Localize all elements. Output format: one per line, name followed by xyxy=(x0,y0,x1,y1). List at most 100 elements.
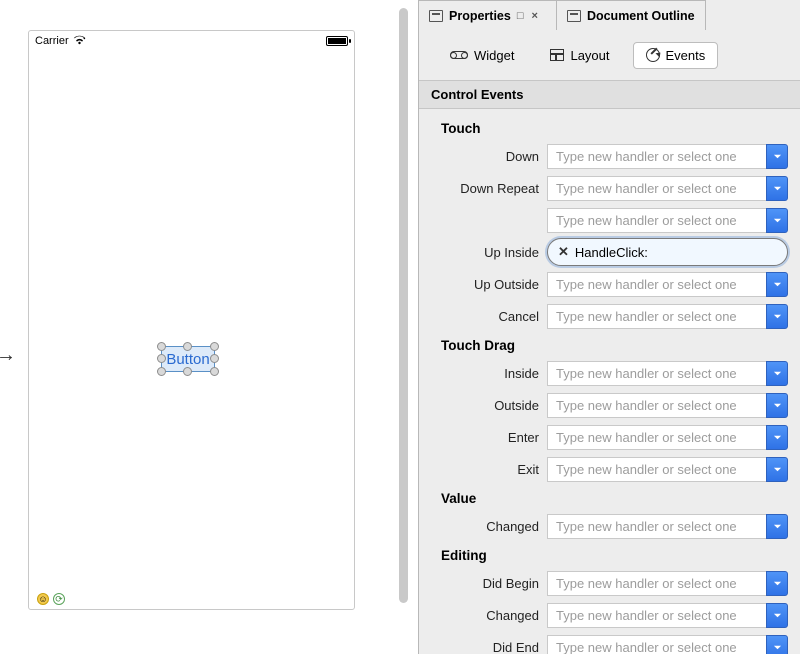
dropdown-icon[interactable] xyxy=(766,603,788,628)
dropdown-icon[interactable] xyxy=(766,393,788,418)
device-frame[interactable]: Carrier Button ☺ ⟳ xyxy=(28,30,355,610)
handler-tag-text: HandleClick: xyxy=(575,245,648,260)
handler-input[interactable] xyxy=(547,514,766,539)
row-touch-down-repeat: Down Repeat xyxy=(419,172,800,204)
label-drag-outside: Outside xyxy=(419,398,547,413)
segment-label: Layout xyxy=(570,48,609,63)
segment-label: Events xyxy=(666,48,706,63)
dropdown-icon[interactable] xyxy=(766,571,788,596)
group-editing: Editing xyxy=(419,542,800,567)
combo-up-inside-add[interactable] xyxy=(547,208,788,233)
handler-input[interactable] xyxy=(547,208,766,233)
remove-handler-icon[interactable]: ✕ xyxy=(558,244,569,260)
handler-input[interactable] xyxy=(547,304,766,329)
resize-handle[interactable] xyxy=(183,342,192,351)
combo-touch-down[interactable] xyxy=(547,144,788,169)
row-editing-did-end: Did End xyxy=(419,631,800,654)
dropdown-icon[interactable] xyxy=(766,272,788,297)
refresh-icon[interactable]: ⟳ xyxy=(53,593,65,605)
tab-label: Document Outline xyxy=(587,9,695,23)
label-drag-exit: Exit xyxy=(419,462,547,477)
resize-handle[interactable] xyxy=(157,367,166,376)
dropdown-icon[interactable] xyxy=(766,635,788,654)
inspector-panel: Properties □ × Document Outline Widget L… xyxy=(418,0,800,654)
scrollbar-thumb[interactable] xyxy=(399,8,408,603)
tab-document-outline[interactable]: Document Outline xyxy=(557,0,706,30)
close-icon[interactable]: × xyxy=(532,10,538,22)
resize-handle[interactable] xyxy=(210,367,219,376)
combo-up-outside[interactable] xyxy=(547,272,788,297)
dropdown-icon[interactable] xyxy=(766,514,788,539)
dropdown-icon[interactable] xyxy=(766,208,788,233)
resize-handle[interactable] xyxy=(183,367,192,376)
combo-drag-inside[interactable] xyxy=(547,361,788,386)
handler-input[interactable] xyxy=(547,571,766,596)
combo-editing-did-begin[interactable] xyxy=(547,571,788,596)
combo-drag-enter[interactable] xyxy=(547,425,788,450)
segment-row: Widget Layout Events xyxy=(419,30,800,80)
row-touch-up-inside: Up Inside ✕ HandleClick: xyxy=(419,236,800,268)
row-editing-changed: Changed xyxy=(419,599,800,631)
selected-widget-button[interactable]: Button xyxy=(161,346,215,372)
dropdown-icon[interactable] xyxy=(766,425,788,450)
carrier-label: Carrier xyxy=(35,35,69,47)
label-editing-did-begin: Did Begin xyxy=(419,576,547,591)
button-text: Button xyxy=(166,351,209,368)
handler-input[interactable] xyxy=(547,361,766,386)
resize-handle[interactable] xyxy=(210,354,219,363)
combo-editing-changed[interactable] xyxy=(547,603,788,628)
label-drag-inside: Inside xyxy=(419,366,547,381)
label-value-changed: Changed xyxy=(419,519,547,534)
row-touch-down: Down xyxy=(419,140,800,172)
tab-properties[interactable]: Properties □ × xyxy=(419,0,557,30)
combo-drag-exit[interactable] xyxy=(547,457,788,482)
device-status-bar: Carrier xyxy=(29,31,354,51)
combo-value-changed[interactable] xyxy=(547,514,788,539)
row-drag-outside: Outside xyxy=(419,389,800,421)
design-canvas[interactable]: Button xyxy=(29,51,354,591)
label-touch-cancel: Cancel xyxy=(419,309,547,324)
label-touch-up-inside: Up Inside xyxy=(419,245,547,260)
handler-input[interactable] xyxy=(547,144,766,169)
row-drag-inside: Inside xyxy=(419,357,800,389)
handler-input[interactable] xyxy=(547,272,766,297)
smile-icon[interactable]: ☺ xyxy=(37,593,49,605)
combo-editing-did-end[interactable] xyxy=(547,635,788,654)
dropdown-icon[interactable] xyxy=(766,361,788,386)
segment-label: Widget xyxy=(474,48,514,63)
segment-layout[interactable]: Layout xyxy=(537,42,622,69)
combo-touch-down-repeat[interactable] xyxy=(547,176,788,201)
segment-events[interactable]: Events xyxy=(633,42,719,69)
label-touch-down: Down xyxy=(419,149,547,164)
handler-input[interactable] xyxy=(547,176,766,201)
group-touch: Touch xyxy=(419,115,800,140)
events-body: Touch Down Down Repeat Up Inside ✕ Handl… xyxy=(419,109,800,654)
properties-icon xyxy=(429,10,443,22)
handler-input[interactable] xyxy=(547,425,766,450)
dropdown-icon[interactable] xyxy=(766,304,788,329)
vertical-scrollbar[interactable] xyxy=(390,0,418,654)
row-touch-cancel: Cancel xyxy=(419,300,800,332)
handler-input[interactable] xyxy=(547,393,766,418)
resize-handle[interactable] xyxy=(210,342,219,351)
wifi-icon xyxy=(73,34,86,48)
dropdown-icon[interactable] xyxy=(766,457,788,482)
document-outline-icon xyxy=(567,10,581,22)
combo-cancel[interactable] xyxy=(547,304,788,329)
label-editing-changed: Changed xyxy=(419,608,547,623)
handler-input[interactable] xyxy=(547,603,766,628)
resize-handle[interactable] xyxy=(157,354,166,363)
combo-drag-outside[interactable] xyxy=(547,393,788,418)
dropdown-icon[interactable] xyxy=(766,144,788,169)
designer-pane: → Carrier Button xyxy=(0,0,390,654)
handler-tag-up-inside[interactable]: ✕ HandleClick: xyxy=(547,238,788,266)
row-touch-up-outside: Up Outside xyxy=(419,268,800,300)
segment-widget[interactable]: Widget xyxy=(437,42,527,69)
group-value: Value xyxy=(419,485,800,510)
window-mode-icon[interactable]: □ xyxy=(517,10,524,22)
widget-icon xyxy=(450,51,468,59)
dropdown-icon[interactable] xyxy=(766,176,788,201)
resize-handle[interactable] xyxy=(157,342,166,351)
handler-input[interactable] xyxy=(547,457,766,482)
handler-input[interactable] xyxy=(547,635,766,654)
